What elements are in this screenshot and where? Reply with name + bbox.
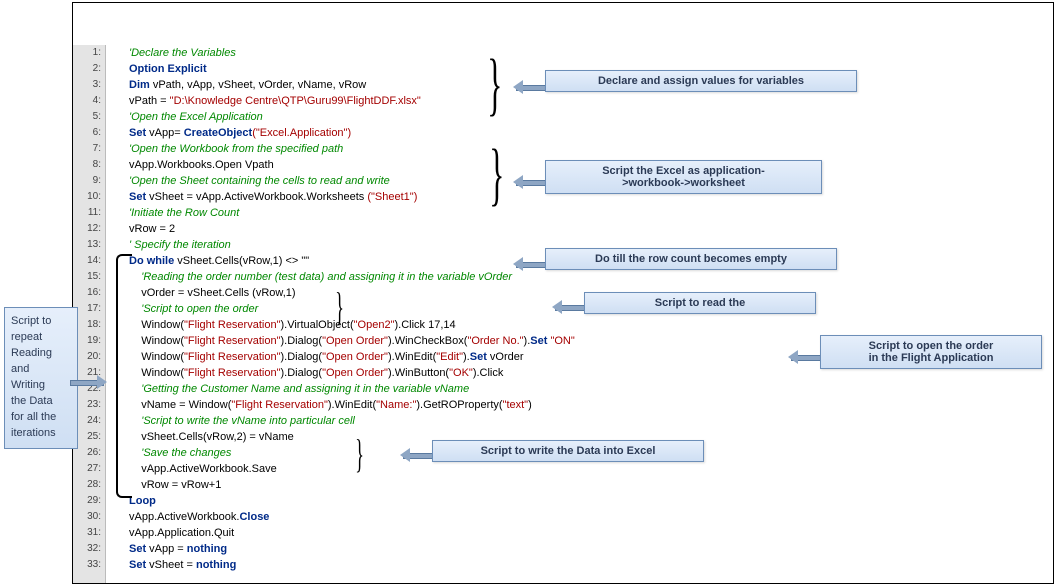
- code-line: vName = Window("Flight Reservation").Win…: [109, 397, 1053, 413]
- arrow-left-icon: [506, 175, 546, 189]
- code-line: Loop: [109, 493, 1053, 509]
- code-line: Set vApp = nothing: [109, 541, 1053, 557]
- arrow-left-icon: [506, 257, 546, 271]
- code-line: vApp.Application.Quit: [109, 525, 1053, 541]
- code-line: Window("Flight Reservation").VirtualObje…: [109, 317, 1053, 333]
- callout-read: Script to read the: [584, 292, 816, 314]
- callout-do-while: Do till the row count becomes empty: [545, 248, 837, 270]
- code-line: vApp.ActiveWorkbook.Save: [109, 461, 1053, 477]
- arrow-left-icon: [506, 80, 546, 94]
- brace-icon: }: [489, 140, 504, 210]
- code-line: 'Declare the Variables: [109, 45, 1053, 61]
- code-line: vApp.ActiveWorkbook.Close: [109, 509, 1053, 525]
- code-line: vPath = "D:\Knowledge Centre\QTP\Guru99\…: [109, 93, 1053, 109]
- code-line: Set vApp= CreateObject("Excel.Applicatio…: [109, 125, 1053, 141]
- code-line: Set vSheet = nothing: [109, 557, 1053, 573]
- arrow-left-icon: [393, 448, 433, 462]
- code-editor: 1:2:3:4:5: 6:7:8:9:10: 11:12:13:14:15: 1…: [73, 45, 1053, 583]
- arrow-left-icon: [781, 350, 821, 364]
- callout-write-excel: Script to write the Data into Excel: [432, 440, 704, 462]
- code-line: vRow = vRow+1: [109, 477, 1053, 493]
- code-line: vRow = 2: [109, 221, 1053, 237]
- callout-loop-iterations: Script to repeat Reading and Writing the…: [4, 307, 78, 449]
- code-line: 'Getting the Customer Name and assigning…: [109, 381, 1053, 397]
- callout-excel-chain: Script the Excel as application->workboo…: [545, 160, 822, 194]
- code-line: 'Script to write the vName into particul…: [109, 413, 1053, 429]
- arrow-left-icon: [545, 300, 585, 314]
- code-line: vOrder = vSheet.Cells (vRow,1): [109, 285, 1053, 301]
- brace-icon: }: [335, 287, 344, 327]
- code-lines: 'Declare the Variables Option Explicit D…: [109, 45, 1053, 583]
- code-line: 'Open the Workbook from the specified pa…: [109, 141, 1053, 157]
- code-line: 'Open the Excel Application: [109, 109, 1053, 125]
- callout-open-order: Script to open the orderin the Flight Ap…: [820, 335, 1042, 369]
- callout-declare: Declare and assign values for variables: [545, 70, 857, 92]
- arrow-right-icon: [70, 375, 114, 389]
- brace-icon: }: [487, 50, 502, 120]
- code-line: 'Initiate the Row Count: [109, 205, 1053, 221]
- brace-icon: }: [355, 434, 364, 474]
- brace-loop-icon: [116, 254, 132, 498]
- code-line: 'Reading the order number (test data) an…: [109, 269, 1053, 285]
